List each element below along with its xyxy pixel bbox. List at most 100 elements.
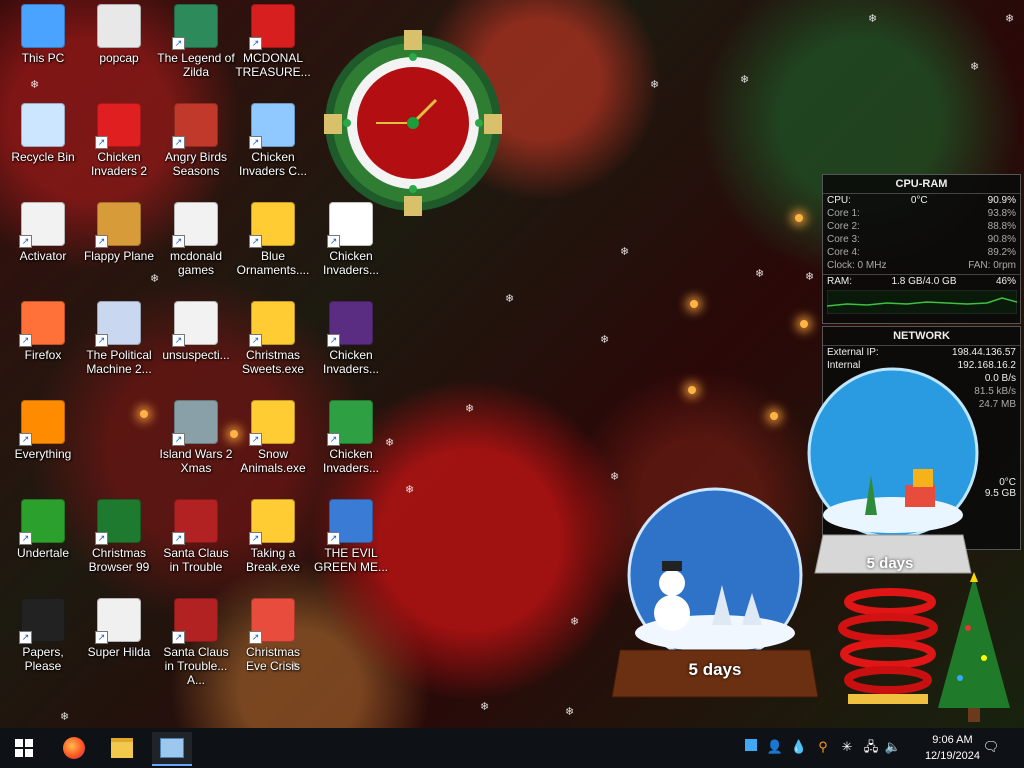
desktop-icon[interactable]: Recycle Bin <box>4 103 82 164</box>
firefox-icon: ↗ <box>19 301 65 347</box>
shortcut-arrow-icon: ↗ <box>327 532 340 545</box>
shortcut-arrow-icon: ↗ <box>249 136 262 149</box>
shortcut-arrow-icon: ↗ <box>249 235 262 248</box>
desktop-icon-label: Angry Birds Seasons <box>164 150 228 178</box>
desktop-icon[interactable]: popcap <box>80 4 158 65</box>
taskbar-firefox[interactable] <box>54 732 94 764</box>
snow-globe-widget[interactable]: 5 days <box>795 365 991 590</box>
ram-usage-graph <box>826 290 1017 314</box>
clock-speed: Clock: 0 MHz <box>827 260 887 271</box>
tray-drop-icon[interactable]: 💧 <box>790 738 808 756</box>
tray-volume-icon[interactable]: 🔈 <box>884 738 902 756</box>
desktop-icon[interactable]: ↗ THE EVIL GREEN ME... <box>312 499 390 574</box>
desktop-icon-label: Chicken Invaders 2 <box>90 150 148 178</box>
desktop-icon[interactable]: ↗ Super Hilda <box>80 598 158 659</box>
desktop-icon[interactable]: ↗ Santa Claus in Trouble... A... <box>157 598 235 687</box>
political-machine-icon: ↗ <box>95 301 141 347</box>
santa-icon: ↗ <box>172 598 218 644</box>
tray-app-icon[interactable] <box>742 738 760 756</box>
christmas-clock-widget[interactable] <box>318 28 508 218</box>
desktop-icon[interactable]: ↗ Firefox <box>4 301 82 362</box>
desktop-icon[interactable]: ↗ Christmas Browser 99 <box>80 499 158 574</box>
santa-icon: ↗ <box>249 598 295 644</box>
desktop-icon-label: Everything <box>14 447 72 461</box>
christmas-tree-icon: ↗ <box>95 499 141 545</box>
taskbar-control-panel[interactable] <box>152 732 192 766</box>
tree-light <box>690 300 698 308</box>
network-title: NETWORK <box>823 327 1020 346</box>
desktop-icon[interactable]: ↗ Chicken Invaders... <box>312 400 390 475</box>
monitor-icon <box>21 4 65 48</box>
tray-search-icon[interactable]: ⚲ <box>814 738 832 756</box>
core-value: 88.8% <box>987 221 1016 232</box>
desktop-icon-label: Santa Claus in Trouble... A... <box>163 645 229 687</box>
desktop-icon[interactable]: ↗ unsuspecti... <box>157 301 235 362</box>
shortcut-arrow-icon: ↗ <box>95 532 108 545</box>
shortcut-arrow-icon: ↗ <box>249 37 262 50</box>
shortcut-arrow-icon: ↗ <box>327 334 340 347</box>
desktop-icon[interactable]: ↗ Santa Claus in Trouble <box>157 499 235 574</box>
recycle-bin-icon <box>21 103 65 147</box>
desktop-icon-label: Chicken Invaders... <box>322 348 380 376</box>
desktop-icon[interactable]: ↗ mcdonald games <box>157 202 235 277</box>
desktop-icon[interactable]: ↗ Papers, Please <box>4 598 82 673</box>
desktop-icon[interactable]: ↗ Snow Animals.exe <box>234 400 312 475</box>
core-label: Core 3: <box>827 234 860 245</box>
desktop-icon[interactable]: ↗ Angry Birds Seasons <box>157 103 235 178</box>
taskbar-file-explorer[interactable] <box>102 732 142 764</box>
papers-please-icon: ↗ <box>19 598 65 644</box>
cpu-ram-title: CPU-RAM <box>823 175 1020 194</box>
shortcut-exe-icon: ↗ <box>249 202 295 248</box>
notification-center-icon[interactable]: 🗨 <box>982 738 1000 756</box>
mcdonalds-icon: ↗ <box>249 4 295 50</box>
taskbar: 👤 💧 ⚲ ✳ 🖧 🔈 9:06 AM 12/19/2024 🗨 <box>0 728 1024 768</box>
shortcut-arrow-icon: ↗ <box>95 631 108 644</box>
desktop-icon-label: Island Wars 2 Xmas <box>159 447 233 475</box>
tree-light <box>770 412 778 420</box>
shortcut-arrow-icon: ↗ <box>249 334 262 347</box>
shortcut-arrow-icon: ↗ <box>249 532 262 545</box>
plane-icon: ↗ <box>95 202 141 248</box>
snowflake-icon: ❄ <box>505 293 515 305</box>
firefox-icon <box>63 737 85 759</box>
cpu-ram-widget[interactable]: CPU-RAM CPU: 0°C 90.9% Core 1: 93.8% Core… <box>822 174 1021 324</box>
desktop-icon[interactable]: ↗ Island Wars 2 Xmas <box>157 400 235 475</box>
fan-speed: FAN: 0rpm <box>968 260 1016 271</box>
game-icon: ↗ <box>172 4 218 50</box>
desktop-icon[interactable]: ↗ Christmas Sweets.exe <box>234 301 312 376</box>
pixel-game-icon: ↗ <box>95 598 141 644</box>
desktop-icon[interactable]: ↗ Everything <box>4 400 82 461</box>
desktop-icon[interactable]: ↗ Undertale <box>4 499 82 560</box>
desktop-icon[interactable]: ↗ Chicken Invaders 2 <box>80 103 158 178</box>
tray-network-icon[interactable]: 🖧 <box>862 738 880 756</box>
desktop-icon[interactable]: ↗ Christmas Eve Crisis <box>234 598 312 673</box>
desktop-icon[interactable]: ↗ Activator <box>4 202 82 263</box>
snowflake-icon: ❄ <box>570 616 580 628</box>
core-label: Core 2: <box>827 221 860 232</box>
desktop-icon[interactable]: ↗ Blue Ornaments.... <box>234 202 312 277</box>
folder-icon <box>97 4 141 48</box>
tray-people-icon[interactable]: 👤 <box>766 738 784 756</box>
start-button[interactable] <box>4 732 44 764</box>
desktop-icon-label: Taking a Break.exe <box>245 546 301 574</box>
shortcut-arrow-icon: ↗ <box>172 532 185 545</box>
desktop-icon[interactable]: This PC <box>4 4 82 65</box>
snowflake-icon: ❄ <box>60 711 70 723</box>
cpu-label: CPU: <box>827 195 851 206</box>
shortcut-arrow-icon: ↗ <box>249 631 262 644</box>
taskbar-clock[interactable]: 9:06 AM 12/19/2024 <box>925 732 980 764</box>
snow-globe-widget[interactable]: 5 days <box>611 485 819 705</box>
snowflake-icon: ❄ <box>600 334 610 346</box>
network-row-value: 198.44.136.57 <box>952 347 1016 358</box>
desktop-icon[interactable]: ↗ The Political Machine 2... <box>80 301 158 376</box>
desktop-icon[interactable]: ↗ MCDONAL TREASURE... <box>234 4 312 79</box>
desktop-icon[interactable]: ↗ Flappy Plane <box>80 202 158 263</box>
desktop-icon[interactable]: ↗ Chicken Invaders C... <box>234 103 312 178</box>
desktop-icon[interactable]: ↗ The Legend of Zilda <box>157 4 235 79</box>
snowflake-icon: ❄ <box>740 74 750 86</box>
tray-snowflake-icon[interactable]: ✳ <box>838 738 856 756</box>
shortcut-arrow-icon: ↗ <box>19 433 32 446</box>
ram-percent: 46% <box>995 276 1016 287</box>
desktop-icon[interactable]: ↗ Chicken Invaders... <box>312 301 390 376</box>
desktop-icon[interactable]: ↗ Taking a Break.exe <box>234 499 312 574</box>
